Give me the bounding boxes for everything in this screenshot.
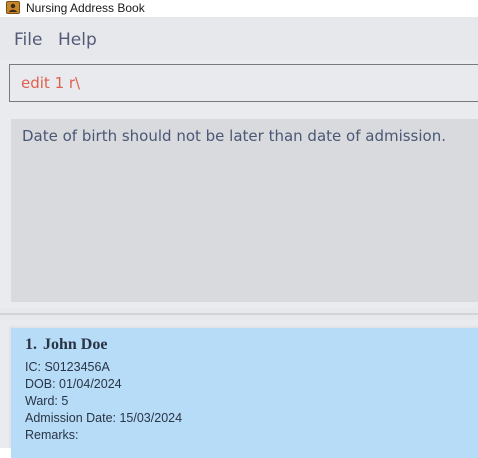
window-title: Nursing Address Book (26, 1, 145, 15)
patient-list: 1. John Doe IC: S0123456A DOB: 01/04/2024… (9, 326, 478, 458)
patient-ic: IC: S0123456A (25, 360, 110, 374)
patient-index: 1. (25, 336, 37, 353)
menu-help[interactable]: Help (58, 30, 97, 50)
menu-file[interactable]: File (14, 30, 42, 50)
app-content: File Help edit 1 r\ Date of birth should… (0, 18, 478, 458)
patient-remarks: Remarks: (25, 428, 79, 442)
title-bar: Nursing Address Book (0, 0, 478, 18)
patient-name: 1. John Doe (25, 336, 107, 354)
patient-name-text: John Doe (43, 336, 108, 353)
result-message: Date of birth should not be later than d… (22, 127, 446, 145)
divider-line (0, 313, 478, 315)
patient-admission-date: Admission Date: 15/03/2024 (25, 411, 183, 425)
patient-ward: Ward: 5 (25, 394, 69, 408)
split-divider[interactable] (0, 308, 478, 320)
command-text: edit 1 r\ (21, 74, 81, 92)
patient-card[interactable]: 1. John Doe IC: S0123456A DOB: 01/04/2024… (11, 328, 478, 458)
command-input[interactable]: edit 1 r\ (9, 64, 478, 102)
patient-dob: DOB: 01/04/2024 (25, 377, 122, 391)
address-book-icon (6, 1, 20, 14)
menu-bar: File Help (0, 18, 478, 60)
result-display: Date of birth should not be later than d… (11, 119, 478, 302)
